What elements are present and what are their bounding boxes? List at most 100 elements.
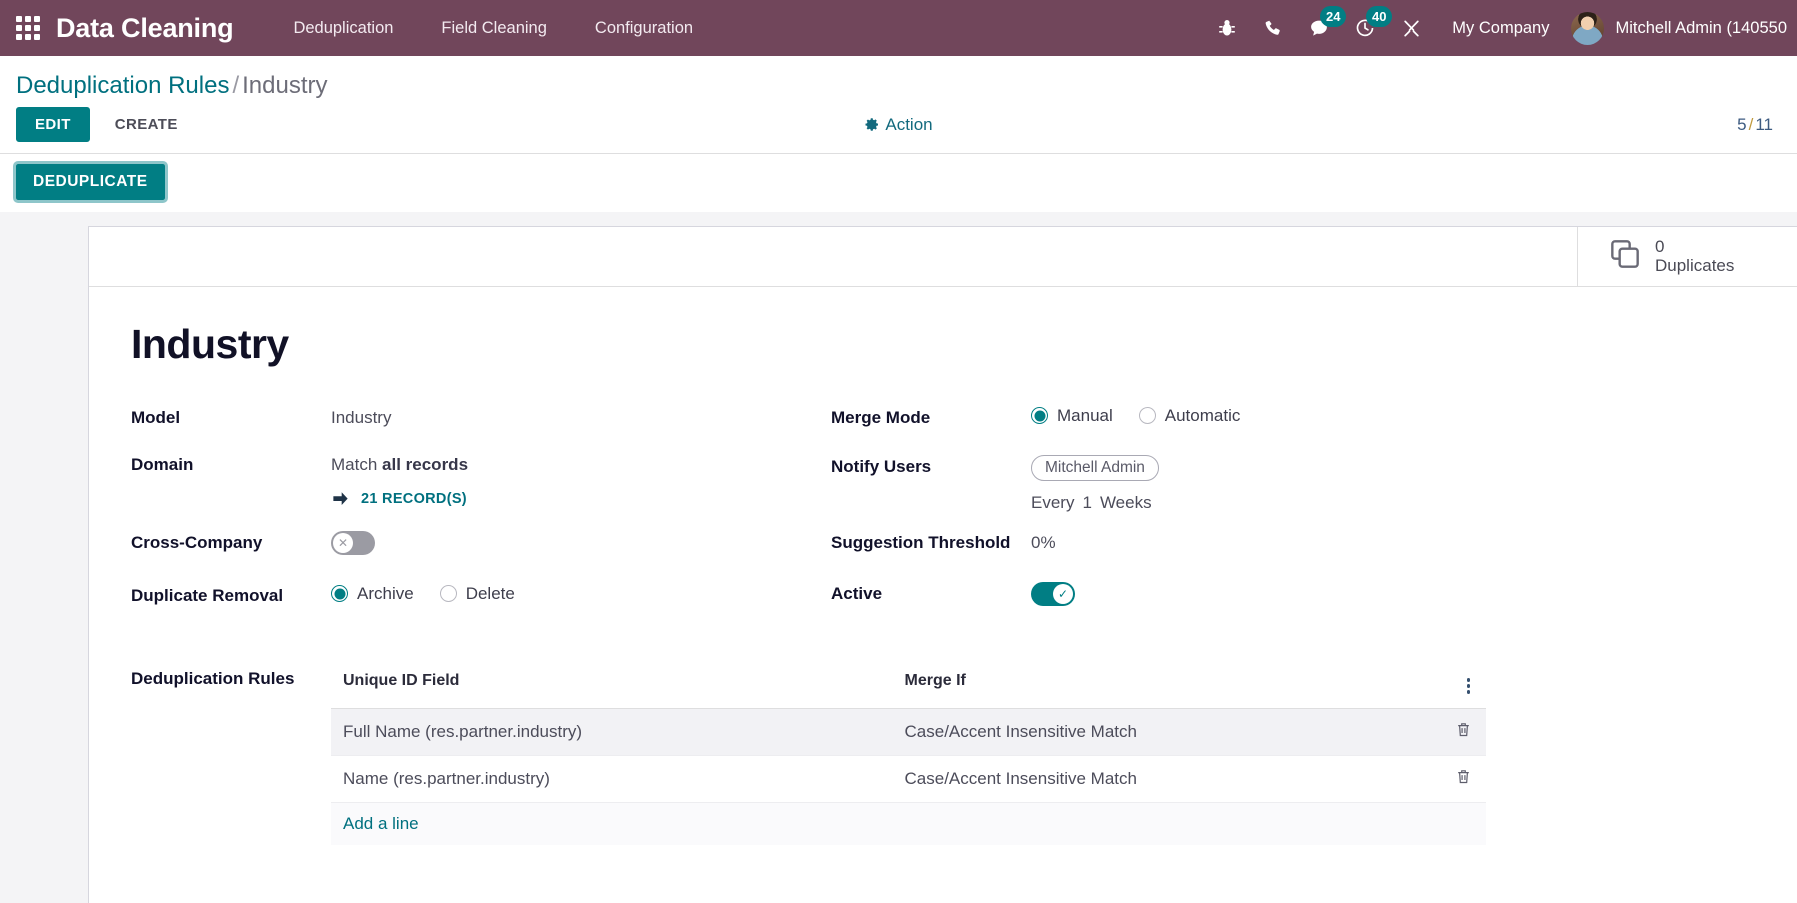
breadcrumb: Deduplication Rules / Industry [0,56,1797,107]
pager[interactable]: 5/11 [1737,115,1781,135]
field-domain-value: Match all records [331,453,468,475]
field-domain: Domain Match all records 21 RECORD(S) [131,453,831,507]
table-body: Full Name (res.partner.industry) Case/Ac… [331,708,1486,845]
arrow-right-icon [333,492,348,505]
interval-number[interactable]: 1 [1082,493,1091,513]
field-merge-mode: Merge Mode Manual Automatic [831,406,1797,443]
form-body: Industry Model Industry Domain Match all… [89,287,1797,845]
add-a-line-link[interactable]: Add a line [343,814,419,833]
stat-value: 0 [1655,236,1665,256]
pager-total: 11 [1755,114,1773,134]
domain-records-count: 21 RECORD(S) [361,490,467,507]
trash-icon [1458,723,1469,737]
cell-unique-id-field[interactable]: Name (res.partner.industry) [331,755,893,803]
stat-button-box: 0 Duplicates [89,226,1797,287]
field-suggestion-threshold-value: 0% [1031,532,1056,552]
radio-option-manual[interactable]: Manual [1031,406,1113,426]
cell-unique-id-field[interactable]: Full Name (res.partner.industry) [331,708,893,756]
radio-delete-label: Delete [465,583,515,603]
radio-option-delete[interactable]: Delete [439,583,515,604]
toggle-knob-cross-company: ✕ [333,532,353,553]
notify-users-tag[interactable]: Mitchell Admin [1031,454,1159,481]
column-unique-id-field[interactable]: Unique ID Field [331,662,893,709]
user-name-label: Mitchell Admin (140550 [1615,18,1787,37]
user-menu[interactable]: Mitchell Admin (140550 [1571,11,1797,45]
notify-users-value-wrap: Mitchell Admin Every 1 Weeks [1031,454,1159,513]
toggle-knob-active: ✓ [1053,583,1073,604]
create-button[interactable]: CREATE [98,107,195,142]
field-notify-users: Notify Users Mitchell Admin Every 1 Week… [831,454,1797,513]
domain-match-prefix: Match [331,454,378,474]
pager-current[interactable]: 5 [1737,115,1746,134]
apps-grid-icon [16,16,40,40]
stat-button-text: 0 Duplicates [1655,237,1734,276]
vertical-dots-icon [1466,678,1470,694]
table-row[interactable]: Full Name (res.partner.industry) Case/Ac… [331,708,1486,756]
top-navbar: Data Cleaning Deduplication Field Cleani… [0,0,1797,56]
row-delete-button[interactable] [1440,708,1486,756]
field-domain-label: Domain [131,454,194,474]
form-groups: Model Industry Domain Match all records [131,406,1797,621]
menu-deduplication[interactable]: Deduplication [269,0,417,56]
radio-automatic-label: Automatic [1164,405,1241,425]
app-brand-title[interactable]: Data Cleaning [56,13,269,44]
radio-delete-input[interactable] [439,585,457,603]
phone-icon [1265,20,1280,35]
breadcrumb-parent-link[interactable]: Deduplication Rules [16,72,229,99]
add-line-cell[interactable]: Add a line [331,802,1486,845]
cell-merge-if[interactable]: Case/Accent Insensitive Match [892,708,1440,756]
company-switcher[interactable]: My Company [1434,19,1571,38]
menu-configuration[interactable]: Configuration [571,0,717,56]
field-notify-users-label: Notify Users [831,456,932,476]
bug-icon-button[interactable] [1204,0,1250,56]
wrench-tools-icon [1404,20,1419,36]
cross-company-toggle[interactable]: ✕ [331,530,375,555]
row-delete-button[interactable] [1440,755,1486,803]
field-domain-value-wrap: Match all records 21 RECORD(S) [331,453,468,507]
apps-menu-button[interactable] [0,0,56,56]
field-cross-company: Cross-Company ✕ [131,530,831,568]
radio-manual-input[interactable] [1031,407,1048,425]
breadcrumb-separator: / [232,72,240,99]
radio-archive-input[interactable] [331,585,348,603]
radio-automatic-input[interactable] [1138,407,1156,425]
cell-merge-if[interactable]: Case/Accent Insensitive Match [892,755,1440,803]
form-sheet: 0 Duplicates Industry Model Industry Dom… [88,225,1797,903]
stat-label: Duplicates [1655,256,1735,276]
deduplication-rules-section: Deduplication Rules Unique ID Field Merg… [131,662,1797,845]
messages-icon-button[interactable]: 24 [1296,0,1347,56]
field-active: Active ✓ [831,581,1797,619]
control-panel-buttons: EDIT CREATE Action 5/11 [0,107,1797,153]
phone-icon-button[interactable] [1250,0,1296,56]
column-merge-if[interactable]: Merge If [892,662,1440,709]
edit-button[interactable]: EDIT [16,107,90,143]
radio-option-archive[interactable]: Archive [331,584,414,604]
bug-icon [1219,20,1236,36]
trash-icon [1458,770,1469,784]
duplicate-copy-icon [1608,238,1642,275]
active-toggle[interactable]: ✓ [1031,581,1075,606]
field-model-label: Model [131,407,181,427]
activities-icon-button[interactable]: 40 [1342,0,1393,56]
domain-match-strong: all records [382,454,469,474]
domain-records-link[interactable]: 21 RECORD(S) [331,491,468,507]
add-line-row[interactable]: Add a line [331,802,1486,845]
column-options[interactable] [1440,662,1486,709]
table-row[interactable]: Name (res.partner.industry) Case/Accent … [331,755,1486,803]
table-header-row: Unique ID Field Merge If [331,662,1486,709]
duplicate-removal-radio-group: Archive Delete [331,584,515,604]
breadcrumb-current: Industry [242,72,328,99]
action-menu-button[interactable]: Action [864,115,933,135]
field-merge-mode-label: Merge Mode [831,407,931,427]
field-suggestion-threshold: Suggestion Threshold 0% [831,531,1797,568]
radio-option-automatic[interactable]: Automatic [1138,405,1241,426]
wrench-tools-icon-button[interactable] [1388,0,1434,56]
o2m-field-label: Deduplication Rules [131,668,295,688]
deduplicate-button[interactable]: DEDUPLICATE [13,160,168,203]
interval-unit[interactable]: Weeks [1100,493,1152,513]
field-duplicate-removal-label: Duplicate Removal [131,585,284,605]
menu-field-cleaning[interactable]: Field Cleaning [417,0,570,56]
stat-button-duplicates[interactable]: 0 Duplicates [1577,226,1797,286]
page-title: Industry [131,320,289,367]
form-group-right: Merge Mode Manual Automatic Notify Users… [831,406,1797,621]
